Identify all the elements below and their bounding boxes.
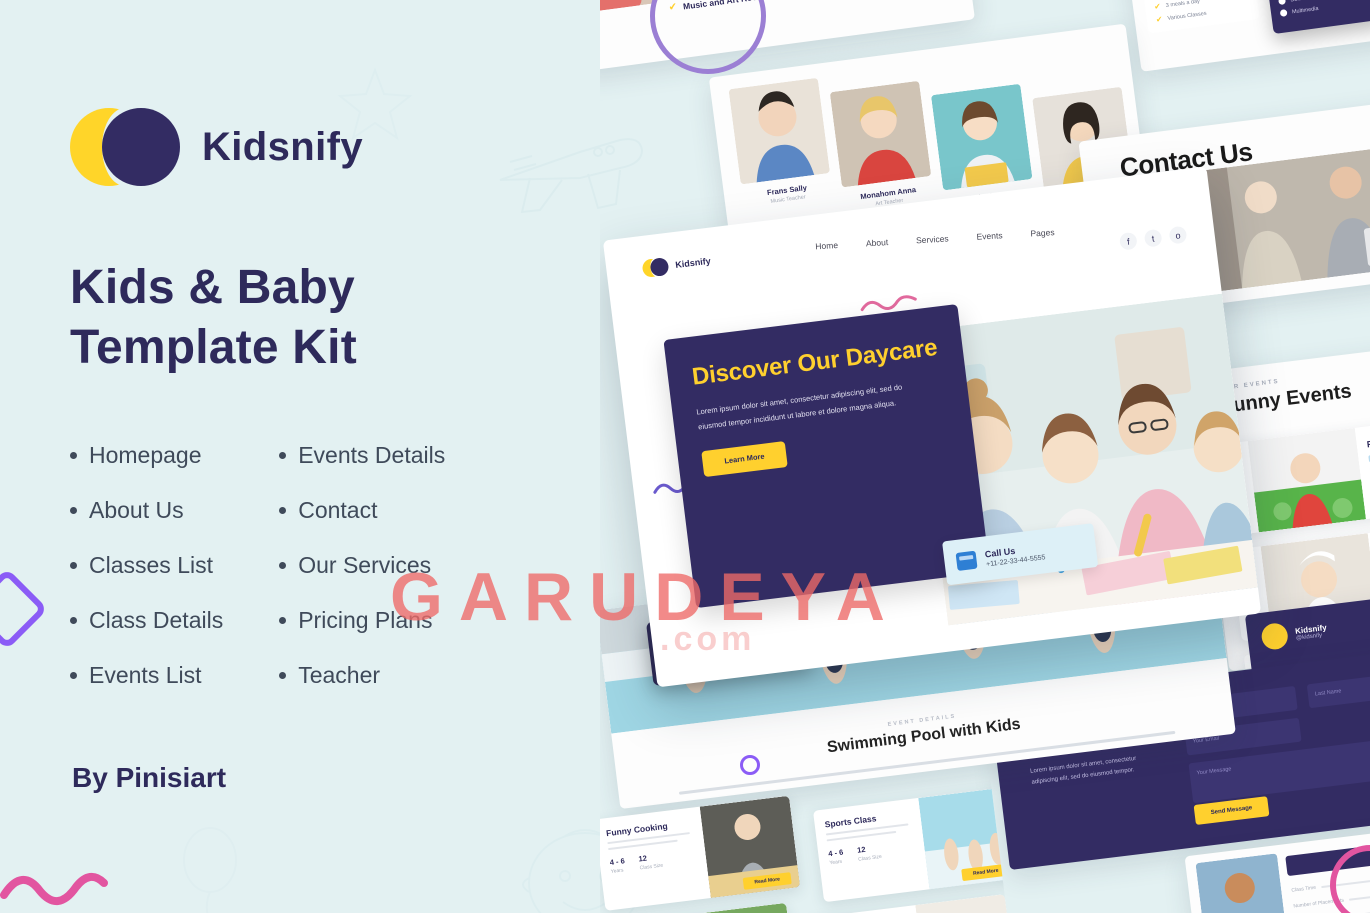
page-label: Pricing Plans bbox=[298, 607, 433, 633]
bullet-icon bbox=[279, 452, 287, 459]
class-photo: Read More bbox=[699, 795, 801, 898]
left-info-panel: Kidsnify Kids & Baby Template Kit Homepa… bbox=[0, 0, 600, 913]
bullet-icon bbox=[70, 452, 77, 459]
kidsnify-logo-icon bbox=[70, 108, 180, 186]
page-label: Teacher bbox=[298, 662, 381, 688]
pricing-plan-card-featured: Full Plan $25 / Month 4 yrs - 12 hours/w… bbox=[1256, 0, 1370, 34]
hero-brand-name: Kidsnify bbox=[674, 255, 712, 271]
bullet-icon bbox=[279, 562, 287, 569]
bullet-icon bbox=[70, 562, 77, 569]
hero-text-panel: Discover Our Daycare Lorem ipsum dolor s… bbox=[663, 304, 991, 609]
list-item: Class Details bbox=[70, 593, 223, 648]
page-label: Events Details bbox=[298, 442, 446, 468]
hero-brand[interactable]: Kidsnify bbox=[641, 252, 712, 279]
bullet-icon bbox=[279, 672, 287, 679]
teacher-photo bbox=[829, 80, 932, 188]
list-item: Teacher bbox=[279, 648, 466, 703]
class-photo: Read More bbox=[915, 894, 1013, 913]
nav-item-pages[interactable]: Pages bbox=[1030, 227, 1055, 238]
hero-nav-menu: Home About Services Events Pages bbox=[815, 227, 1055, 251]
features-column-b: ✔Full Day Sessions ✔Varied Classes ✔Mult… bbox=[797, 0, 893, 6]
page-list-group: Homepage About Us Classes List Class Det… bbox=[70, 428, 466, 703]
register-title: Register bbox=[1285, 831, 1370, 877]
class-card: Sports Class 4 - 6 Years 12 Class Size Rea… bbox=[813, 786, 1013, 903]
hero-social-links: f t o bbox=[1118, 225, 1188, 251]
facebook-icon[interactable]: f bbox=[1118, 231, 1138, 251]
teacher-photo bbox=[728, 77, 831, 185]
mockup-hero-homepage: Kidsnify Home About Services Events Page… bbox=[602, 166, 1262, 688]
class-photo: Read More bbox=[918, 786, 1013, 890]
page-label: Events List bbox=[89, 662, 202, 688]
page-list-left: Homepage About Us Classes List Class Det… bbox=[70, 428, 223, 703]
nav-item-home[interactable]: Home bbox=[815, 240, 838, 251]
nav-item-events[interactable]: Events bbox=[976, 230, 1003, 242]
headline-line-1: Kids & Baby bbox=[70, 261, 355, 314]
list-item: About Us bbox=[70, 483, 223, 538]
bullet-icon bbox=[70, 672, 77, 679]
mockup-pricing-section: Basic Plan $10 / Month ✔4 yrs - 12 hours… bbox=[1121, 0, 1370, 72]
page-list-right: Events Details Contact Our Services Pric… bbox=[279, 428, 466, 703]
page-label: Classes List bbox=[89, 552, 213, 578]
nav-item-services[interactable]: Services bbox=[916, 233, 949, 245]
kidsnify-logo-icon bbox=[641, 256, 670, 279]
headline-line-2: Template Kit bbox=[70, 321, 357, 375]
list-item: Homepage bbox=[70, 428, 223, 483]
telephone-icon bbox=[955, 550, 978, 571]
brand-name: Kidsnify bbox=[202, 124, 363, 169]
list-item: Pricing Plans bbox=[279, 593, 466, 648]
class-photo: Read More bbox=[696, 902, 798, 913]
touch-lead: Lorem ipsum dolor sit amet, consectetur … bbox=[1029, 755, 1137, 786]
learn-more-button[interactable]: Learn More bbox=[701, 440, 788, 477]
page-title: Kids & Baby Template Kit bbox=[70, 258, 530, 379]
twitter-icon[interactable]: t bbox=[1143, 228, 1163, 248]
check-icon: ✔ bbox=[1155, 14, 1164, 25]
list-item: Classes List bbox=[70, 538, 223, 593]
page-label: Class Details bbox=[89, 607, 224, 633]
list-item: Events Details bbox=[279, 428, 466, 483]
bullet-icon bbox=[70, 617, 77, 624]
brand-lockup: Kidsnify bbox=[70, 108, 363, 186]
page-label: About Us bbox=[89, 497, 184, 523]
author-byline: By Pinisiart bbox=[72, 762, 227, 793]
event-photo bbox=[1247, 427, 1367, 533]
register-photo bbox=[1195, 853, 1288, 913]
template-mockup-collage: ✔Play Area ✔Activity Rooms ✔Music and Ar… bbox=[600, 0, 1370, 913]
page-label: Our Services bbox=[298, 552, 432, 578]
features-column-a: ✔Play Area ✔Activity Rooms ✔Music and Ar… bbox=[663, 0, 772, 24]
lastname-field[interactable]: Last Name bbox=[1306, 670, 1370, 709]
page-label: Contact bbox=[298, 497, 378, 523]
list-item: Our Services bbox=[279, 538, 466, 593]
check-icon: ✔ bbox=[668, 1, 678, 14]
avatar bbox=[1260, 621, 1290, 651]
check-icon: ✔ bbox=[1153, 1, 1162, 12]
list-item: Contact bbox=[279, 483, 466, 538]
instagram-icon[interactable]: o bbox=[1168, 225, 1188, 245]
feature-item: ✔ Music and Art Rooms bbox=[668, 0, 771, 14]
teacher-photo bbox=[930, 83, 1033, 191]
nav-item-about[interactable]: About bbox=[866, 237, 889, 248]
list-item: Events List bbox=[70, 648, 223, 703]
page-label: Homepage bbox=[89, 442, 202, 468]
bullet-icon bbox=[70, 507, 77, 514]
bullet-icon bbox=[279, 507, 287, 514]
pricing-plan-card: Basic Plan $10 / Month ✔4 yrs - 12 hours… bbox=[1135, 0, 1260, 34]
class-card: Funny Cooking 4 - 6 Years 12 Class Size Re… bbox=[600, 795, 801, 911]
bullet-icon bbox=[279, 617, 287, 624]
